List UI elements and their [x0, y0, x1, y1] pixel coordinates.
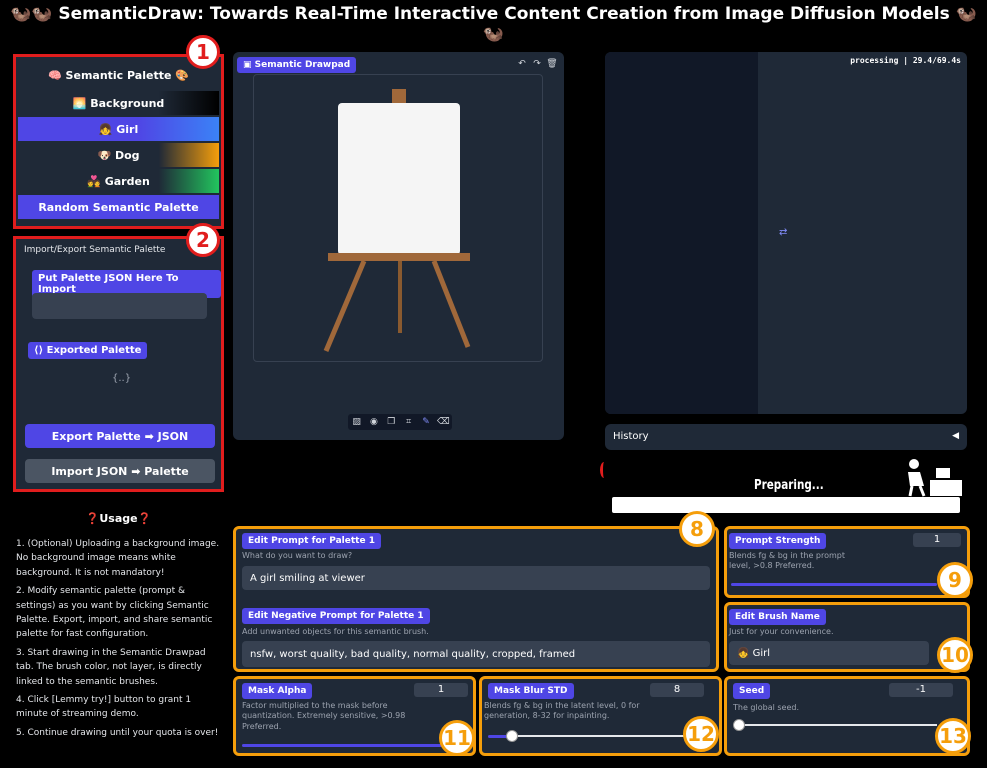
prompt-label: Edit Prompt for Palette 1	[242, 533, 381, 549]
cursor-icon: ⇄	[779, 227, 788, 238]
usage-step: 4. Click [Lemmy try!] button to grant 1 …	[16, 694, 192, 720]
seed-hint: The global seed.	[733, 703, 799, 712]
easel-icon	[323, 89, 471, 352]
annotation-11: 11	[439, 720, 475, 756]
mask-blur-label: Mask Blur STD	[488, 683, 574, 699]
exported-palette-text: Exported Palette	[46, 345, 142, 356]
seed-value[interactable]: -1	[889, 683, 953, 697]
prompt-strength-hint: Blends fg & bg in the prompt level, >0.8…	[729, 551, 846, 571]
paste-icon[interactable]: ❐	[385, 416, 397, 428]
page-title: 🦦🦦 SemanticDraw: Towards Real-Time Inter…	[10, 4, 977, 44]
progress-bar	[612, 497, 960, 513]
preparing-text: Preparing...	[754, 478, 824, 493]
annotation-1: 1	[186, 35, 220, 69]
prompt-panel: Edit Prompt for Palette 1 What do you wa…	[233, 526, 719, 672]
annotation-13: 13	[935, 718, 971, 754]
image-upload-icon[interactable]: ▨	[351, 416, 363, 428]
prompt-input[interactable]: A girl smiling at viewer	[242, 566, 710, 590]
history-label: History	[613, 431, 649, 442]
status-text: processing | 29.4/69.4s	[850, 56, 961, 65]
trash-icon[interactable]: 🗑	[546, 58, 558, 70]
prompt-strength-value[interactable]: 1	[913, 533, 961, 547]
usage-step: 3. Start drawing in the Semantic Drawpad…	[16, 647, 206, 687]
drawpad-canvas[interactable]	[253, 74, 543, 362]
drawpad-bottom-tools: ▨ ◉ ❐ ⌗ ✎ ⌫	[348, 414, 452, 430]
annotation-9: 9	[937, 562, 973, 598]
drawpad-label: ▣ Semantic Drawpad	[237, 57, 357, 73]
import-json-input[interactable]	[32, 293, 207, 319]
usage-step: 1. (Optional) Uploading a background ima…	[16, 539, 220, 578]
prompt-strength-label: Prompt Strength	[729, 533, 827, 549]
drawpad-top-tools: ↶ ↷ 🗑	[516, 58, 558, 70]
output-stream: processing | 29.4/69.4s ⇄	[605, 52, 967, 414]
mask-blur-slider-knob[interactable]	[506, 730, 518, 742]
annotation-2: 2	[186, 223, 220, 257]
prompt-hint: What do you want to draw?	[242, 551, 353, 560]
palette-item-background[interactable]: 🌅 Background	[18, 91, 219, 115]
annotation-12: 12	[683, 716, 719, 752]
image-icon: ▣	[243, 60, 255, 70]
mask-alpha-value[interactable]: 1	[414, 683, 468, 697]
working-person-icon	[908, 459, 962, 497]
brush-name-panel: Edit Brush Name Just for your convenienc…	[724, 602, 970, 672]
drawpad-label-text: Semantic Drawpad	[254, 60, 351, 70]
eraser-icon[interactable]: ⌫	[437, 416, 450, 428]
mask-alpha-slider[interactable]	[242, 744, 442, 747]
mask-blur-slider[interactable]	[510, 735, 686, 737]
seed-slider[interactable]	[737, 724, 937, 726]
brush-name-hint: Just for your convenience.	[729, 627, 834, 636]
prompt-strength-panel: Prompt Strength 1 Blends fg & bg in the …	[724, 526, 970, 598]
import-export-heading: Import/Export Semantic Palette	[24, 245, 166, 255]
mask-blur-value[interactable]: 8	[650, 683, 704, 697]
palette-item-garden[interactable]: 💑 Garden	[18, 169, 219, 193]
exported-palette-value: {..}	[112, 373, 132, 384]
seed-label: Seed	[733, 683, 771, 699]
code-icon: ⟨⟩	[34, 345, 47, 356]
brush-icon[interactable]: ✎	[420, 416, 432, 428]
import-palette-button[interactable]: Import JSON ➡ Palette	[25, 459, 215, 483]
history-accordion[interactable]: History ◀	[605, 424, 967, 450]
palette-item-girl[interactable]: 👧 Girl	[18, 117, 219, 141]
brush-name-label: Edit Brush Name	[729, 609, 826, 625]
seed-slider-knob[interactable]	[733, 719, 745, 731]
export-palette-button[interactable]: Export Palette ➡ JSON	[25, 424, 215, 448]
semantic-palette-box: 🧠 Semantic Palette 🎨 🌅 Background 👧 Girl…	[13, 54, 224, 229]
mask-alpha-label: Mask Alpha	[242, 683, 313, 699]
collapse-arrow-icon: ◀	[952, 431, 959, 441]
usage-step: 2. Modify semantic palette (prompt & set…	[16, 586, 213, 640]
red-spinner-icon	[600, 462, 608, 478]
usage-title: ❓Usage❓	[85, 512, 152, 525]
brush-name-input[interactable]: 👧 Girl	[729, 641, 929, 665]
palette-item-dog[interactable]: 🐶 Dog	[18, 143, 219, 167]
redo-icon[interactable]: ↷	[531, 58, 543, 70]
exported-palette-label: ⟨⟩ Exported Palette	[28, 342, 148, 359]
negative-prompt-label: Edit Negative Prompt for Palette 1	[242, 608, 430, 624]
mask-alpha-hint: Factor multiplied to the mask before qua…	[242, 701, 406, 731]
undo-icon[interactable]: ↶	[516, 58, 528, 70]
annotation-8: 8	[679, 511, 715, 547]
import-export-box: Import/Export Semantic Palette Put Palet…	[13, 236, 224, 492]
semantic-drawpad: ▣ Semantic Drawpad ↶ ↷ 🗑 ▨ ◉ ❐ ⌗ ✎ ⌫	[233, 52, 564, 440]
seed-panel: Seed -1 The global seed.	[724, 676, 970, 756]
negative-prompt-hint: Add unwanted objects for this semantic b…	[242, 627, 429, 636]
crop-icon[interactable]: ⌗	[403, 416, 415, 428]
webcam-icon[interactable]: ◉	[368, 416, 380, 428]
mask-blur-hint: Blends fg & bg in the latent level, 0 fo…	[484, 701, 640, 721]
annotation-10: 10	[937, 637, 973, 673]
random-palette-button[interactable]: Random Semantic Palette	[18, 195, 219, 219]
usage-steps: 1. (Optional) Uploading a background ima…	[16, 537, 224, 744]
negative-prompt-input[interactable]: nsfw, worst quality, bad quality, normal…	[242, 641, 710, 667]
prompt-strength-slider[interactable]	[731, 583, 937, 586]
semantic-palette-header: 🧠 Semantic Palette 🎨	[48, 68, 189, 82]
output-stream-left	[605, 52, 758, 414]
usage-step: 5. Continue drawing until your quota is …	[16, 727, 219, 738]
